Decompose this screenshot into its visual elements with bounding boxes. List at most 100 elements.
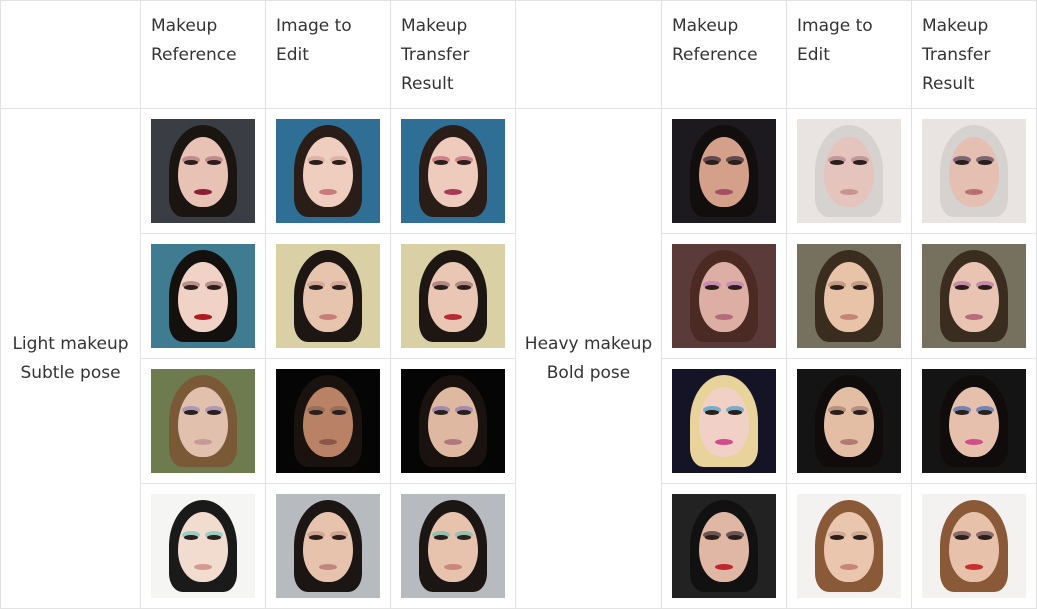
eye-shape (309, 410, 323, 415)
face-shape (303, 137, 353, 207)
eye-shape (955, 535, 969, 540)
heavy-makeup-image-to-edit-image-3 (797, 369, 901, 473)
header-label: Makeup Transfer Result (922, 16, 991, 94)
lips-shape (194, 189, 212, 195)
eye-shape (434, 285, 448, 290)
heavy-makeup-image-cell (787, 484, 912, 609)
face-shape (949, 137, 999, 207)
heavy-makeup-image-cell (787, 234, 912, 359)
header-label: Makeup Transfer Result (401, 16, 470, 94)
light-makeup-makeup-transfer-result-image-3 (401, 369, 505, 473)
light-makeup-image-to-edit-image-2 (276, 244, 380, 348)
lips-shape (194, 314, 212, 320)
heavy-makeup-makeup-reference-image-4 (672, 494, 776, 598)
group-label-line1: Light makeup (12, 333, 129, 354)
group-label-line2: Subtle pose (20, 362, 121, 383)
header-transfer-result-right: Makeup Transfer Result (912, 0, 1037, 109)
face-shape (428, 262, 478, 332)
heavy-makeup-image-cell (912, 234, 1037, 359)
light-makeup-makeup-reference-image-4 (151, 494, 255, 598)
header-makeup-reference-left: Makeup Reference (141, 0, 266, 109)
lips-shape (715, 564, 733, 570)
group-label-line2: Bold pose (546, 362, 631, 383)
eye-shape (184, 160, 198, 165)
light-makeup-image-cell (266, 484, 391, 609)
eye-shape (728, 535, 742, 540)
heavy-makeup-image-cell (662, 109, 787, 234)
heavy-makeup-makeup-reference-image-1 (672, 119, 776, 223)
light-makeup-image-cell (391, 109, 516, 234)
light-makeup-makeup-transfer-result-image-4 (401, 494, 505, 598)
light-makeup-image-cell (266, 359, 391, 484)
eye-shape (207, 535, 221, 540)
eye-shape (705, 160, 719, 165)
light-makeup-image-cell (141, 484, 266, 609)
eye-shape (853, 160, 867, 165)
heavy-makeup-makeup-transfer-result-image-4 (922, 494, 1026, 598)
face-shape (824, 262, 874, 332)
light-makeup-image-cell (141, 359, 266, 484)
group-label-heavy-makeup: Heavy makeup Bold pose (516, 109, 662, 609)
eye-shape (978, 535, 992, 540)
face-shape (303, 262, 353, 332)
heavy-makeup-image-cell (912, 484, 1037, 609)
heavy-makeup-image-to-edit-image-2 (797, 244, 901, 348)
eye-shape (830, 535, 844, 540)
lips-shape (319, 439, 337, 445)
face-shape (824, 387, 874, 457)
light-makeup-image-cell (266, 234, 391, 359)
header-label: Makeup Reference (151, 16, 237, 65)
light-makeup-makeup-transfer-result-image-1 (401, 119, 505, 223)
lips-shape (444, 564, 462, 570)
heavy-makeup-image-cell (787, 359, 912, 484)
face-shape (699, 262, 749, 332)
lips-shape (840, 564, 858, 570)
light-makeup-image-cell (391, 234, 516, 359)
eye-shape (332, 160, 346, 165)
lips-shape (840, 314, 858, 320)
eye-shape (434, 410, 448, 415)
eye-shape (184, 285, 198, 290)
lips-shape (444, 189, 462, 195)
group-label-line1: Heavy makeup (524, 333, 653, 354)
lips-shape (965, 314, 983, 320)
header-image-to-edit-right: Image to Edit (787, 0, 912, 109)
eye-shape (184, 410, 198, 415)
eye-shape (853, 410, 867, 415)
light-makeup-image-to-edit-image-1 (276, 119, 380, 223)
lips-shape (965, 439, 983, 445)
eye-shape (728, 285, 742, 290)
corner-cell-left (0, 0, 141, 109)
lips-shape (319, 564, 337, 570)
heavy-makeup-makeup-reference-image-2 (672, 244, 776, 348)
heavy-makeup-makeup-transfer-result-image-2 (922, 244, 1026, 348)
face-shape (824, 137, 874, 207)
lips-shape (715, 189, 733, 195)
eye-shape (434, 160, 448, 165)
eye-shape (955, 285, 969, 290)
lips-shape (194, 439, 212, 445)
eye-shape (955, 410, 969, 415)
eye-shape (705, 535, 719, 540)
header-label: Image to Edit (276, 16, 352, 65)
light-makeup-makeup-reference-image-2 (151, 244, 255, 348)
light-makeup-image-cell (391, 359, 516, 484)
lips-shape (319, 189, 337, 195)
eye-shape (309, 285, 323, 290)
eye-shape (853, 285, 867, 290)
eye-shape (978, 410, 992, 415)
lips-shape (715, 439, 733, 445)
face-shape (699, 387, 749, 457)
eye-shape (457, 160, 471, 165)
heavy-makeup-image-to-edit-image-4 (797, 494, 901, 598)
face-shape (824, 512, 874, 582)
face-shape (699, 512, 749, 582)
header-transfer-result-left: Makeup Transfer Result (391, 0, 516, 109)
makeup-transfer-comparison-grid: Makeup Reference Image to Edit Makeup Tr… (0, 0, 1037, 609)
eye-shape (830, 285, 844, 290)
face-shape (178, 512, 228, 582)
eye-shape (830, 160, 844, 165)
eye-shape (705, 410, 719, 415)
eye-shape (457, 285, 471, 290)
light-makeup-makeup-reference-image-3 (151, 369, 255, 473)
